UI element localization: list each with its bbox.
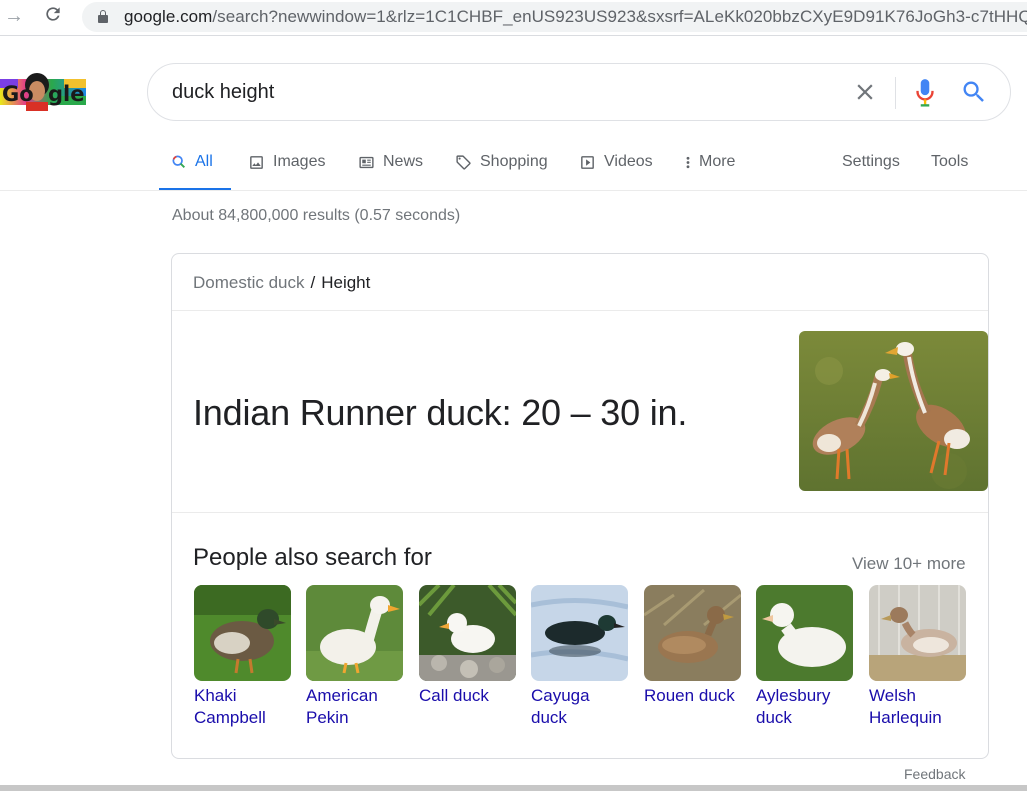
microphone-icon[interactable] (912, 77, 938, 109)
url-text[interactable]: google.com/search?newwindow=1&rlz=1C1CHB… (124, 7, 1027, 27)
welsh-harlequin-thumbnail[interactable] (869, 585, 966, 681)
browser-toolbar: → google.com/search?newwindow=1&rlz=1C1C… (0, 0, 1027, 36)
list-item[interactable]: Cayuga duck (531, 585, 628, 729)
list-item[interactable]: Rouen duck (644, 585, 741, 707)
tab-tools[interactable]: Tools (931, 150, 968, 191)
back-arrow-icon[interactable]: → (1, 4, 27, 28)
more-vert-icon (686, 156, 690, 169)
lock-icon (98, 10, 108, 23)
aylesbury-duck-thumbnail[interactable] (756, 585, 853, 681)
tabs-divider (0, 190, 1027, 191)
knowledge-panel: Domestic duck / Height Indian Runner duck:… (171, 253, 989, 759)
view-more-link[interactable]: View 10+ more (852, 554, 966, 574)
list-item[interactable]: Welsh Harlequin (869, 585, 966, 729)
american-pekin-thumbnail[interactable] (306, 585, 403, 681)
google-doodle-logo[interactable]: Go gle (0, 71, 86, 111)
list-item[interactable]: Khaki Campbell (194, 585, 291, 729)
image-icon (250, 156, 263, 169)
search-box-divider (895, 77, 896, 109)
breadcrumb-current: Height (321, 273, 371, 292)
feedback-link[interactable]: Feedback (904, 766, 965, 782)
clear-icon[interactable] (852, 79, 878, 105)
item-label[interactable]: Khaki Campbell (194, 685, 294, 729)
reload-icon[interactable] (40, 4, 66, 28)
svg-text:gle: gle (48, 82, 84, 106)
list-item[interactable]: Aylesbury duck (756, 585, 853, 729)
item-label[interactable]: Aylesbury duck (756, 685, 856, 729)
card-divider (172, 310, 988, 311)
call-duck-thumbnail[interactable] (419, 585, 516, 681)
tab-videos[interactable]: Videos (579, 150, 653, 191)
item-label[interactable]: Call duck (419, 685, 519, 707)
bottom-scroll-edge (0, 785, 1027, 791)
breadcrumb-separator: / (310, 273, 316, 292)
item-label[interactable]: Cayuga duck (531, 685, 631, 729)
search-icon[interactable] (960, 78, 988, 106)
list-item[interactable]: Call duck (419, 585, 516, 707)
svg-text:Go: Go (2, 82, 34, 106)
cayuga-duck-thumbnail[interactable] (531, 585, 628, 681)
card-divider (172, 512, 988, 513)
indian-runner-duck-image[interactable] (799, 331, 988, 491)
list-item[interactable]: American Pekin (306, 585, 403, 729)
item-label[interactable]: American Pekin (306, 685, 406, 729)
tab-news[interactable]: News (358, 150, 423, 191)
tab-settings[interactable]: Settings (842, 150, 900, 191)
search-icon (172, 155, 185, 168)
tab-more[interactable]: More (683, 150, 735, 191)
address-bar[interactable]: google.com/search?newwindow=1&rlz=1C1CHB… (82, 2, 1027, 32)
result-stats: About 84,800,000 results (0.57 seconds) (172, 207, 461, 224)
breadcrumb-parent[interactable]: Domestic duck (193, 273, 304, 292)
tab-shopping[interactable]: Shopping (455, 150, 548, 191)
tag-icon (456, 155, 471, 170)
news-icon (359, 156, 374, 169)
search-input[interactable] (172, 79, 812, 105)
search-box (147, 63, 1011, 121)
khaki-campbell-thumbnail[interactable] (194, 585, 291, 681)
item-label[interactable]: Rouen duck (644, 685, 744, 707)
people-also-search-title: People also search for (193, 544, 432, 571)
tab-images[interactable]: Images (248, 150, 325, 191)
breadcrumb: Domestic duck / Height (193, 273, 370, 293)
answer-text: Indian Runner duck: 20 – 30 in. (193, 392, 688, 433)
item-label[interactable]: Welsh Harlequin (869, 685, 969, 729)
rouen-duck-thumbnail[interactable] (644, 585, 741, 681)
play-icon (581, 156, 594, 169)
tab-all[interactable]: All (159, 150, 231, 191)
